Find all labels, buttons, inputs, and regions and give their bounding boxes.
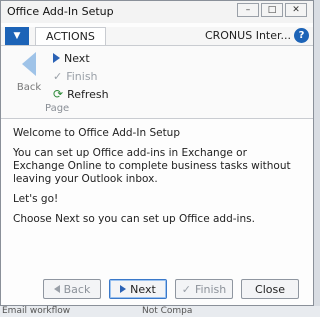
close-window-button[interactable]: ✕ [285, 3, 307, 17]
back-arrow-icon [53, 285, 60, 293]
window-title: Office Add-In Setup [7, 5, 114, 18]
ribbon-back-label: Back [16, 82, 42, 93]
instruction-text: Choose Next so you can set up Office add… [13, 213, 255, 225]
ribbon-finish-button[interactable]: ✓ Finish [53, 68, 98, 84]
ribbon-back-button[interactable]: Back [11, 50, 47, 106]
close-button-label: Close [255, 282, 285, 296]
checkmark-icon: ✓ [53, 69, 63, 83]
back-arrow-icon [22, 52, 36, 76]
dropdown-icon: ▼ [13, 31, 21, 41]
help-icon[interactable]: ? [294, 28, 309, 43]
background-right-text: Not Compa [142, 306, 193, 316]
refresh-icon: ⟳ [53, 87, 64, 101]
wizard-content: Welcome to Office Add-In Setup You can s… [1, 119, 313, 241]
app-menu-button[interactable]: ▼ [5, 27, 29, 45]
description-text: You can set up Office add-ins in Exchang… [13, 147, 291, 185]
ribbon-next-label: Next [64, 51, 90, 65]
back-button-label: Back [63, 282, 91, 296]
setup-window: Office Add-In Setup – □ ✕ ▼ ACTIONS CRON… [0, 0, 314, 306]
ribbon: Back Next ✓ Finish ⟳ Refresh Page [1, 46, 313, 119]
company-name[interactable]: CRONUS Inter... [205, 29, 291, 42]
next-arrow-icon [120, 285, 127, 293]
ribbon-tab-bar: ▼ ACTIONS CRONUS Inter... ? [1, 27, 313, 46]
welcome-heading: Welcome to Office Add-In Setup [13, 127, 181, 139]
maximize-icon: □ [267, 5, 277, 15]
finish-button-label: Finish [194, 282, 227, 296]
title-bar: Office Add-In Setup – □ ✕ [1, 1, 313, 23]
ribbon-refresh-label: Refresh [67, 87, 109, 101]
next-arrow-icon [53, 53, 60, 63]
next-button-label: Next [130, 282, 156, 296]
tab-actions[interactable]: ACTIONS [35, 27, 106, 45]
lets-go-text: Let's go! [13, 193, 59, 205]
next-button[interactable]: Next [109, 279, 167, 299]
background-left-text: Email workflow [2, 306, 71, 316]
ribbon-finish-label: Finish [66, 69, 98, 83]
finish-button[interactable]: ✓ Finish [175, 279, 233, 299]
close-icon: ✕ [292, 5, 300, 15]
minimize-button[interactable]: – [237, 3, 259, 17]
back-button[interactable]: Back [43, 279, 101, 299]
ribbon-group-label: Page [45, 103, 70, 114]
maximize-button[interactable]: □ [261, 3, 283, 17]
close-button[interactable]: Close [241, 279, 299, 299]
ribbon-next-button[interactable]: Next [53, 50, 90, 66]
minimize-icon: – [245, 5, 251, 15]
background-page-strip: Email workflow Not Compa [0, 306, 320, 317]
checkmark-icon: ✓ [181, 282, 191, 296]
wizard-footer: Back Next ✓ Finish Close [1, 279, 313, 301]
window-controls: – □ ✕ [237, 3, 307, 17]
ribbon-refresh-button[interactable]: ⟳ Refresh [53, 86, 109, 102]
